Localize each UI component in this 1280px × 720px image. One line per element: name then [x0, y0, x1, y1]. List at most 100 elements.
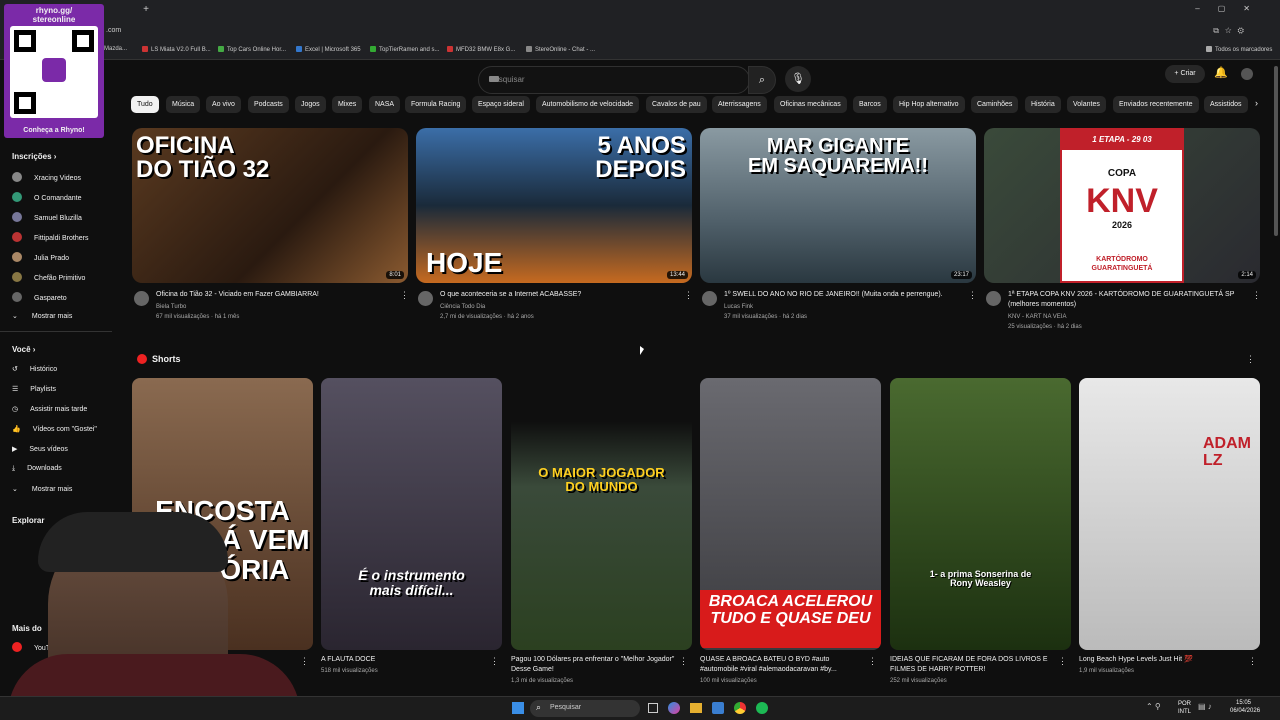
mic-button[interactable]: 🎙	[785, 66, 811, 92]
windows-start-icon[interactable]	[512, 702, 524, 714]
more-icon[interactable]: ⋮	[684, 290, 693, 301]
address-bar[interactable]: .com ⧉☆⚙	[0, 22, 1280, 42]
tray-status-icons[interactable]: ▤ ♪	[1198, 702, 1212, 711]
task-view-icon[interactable]	[648, 703, 658, 713]
spotify-icon[interactable]	[756, 702, 768, 714]
video-thumbnail[interactable]: 1 ETAPA - 29 03 COPA KNV 2026 KARTÓDROMO…	[984, 128, 1260, 283]
video-thumbnail[interactable]: OFICINA DO TIÃO 32 8:01	[132, 128, 408, 283]
channel-avatar[interactable]	[134, 291, 149, 306]
sidebar-sub-item[interactable]: Julia Prado	[12, 252, 69, 262]
short-card[interactable]: O MAIOR JOGADOR DO MUNDO	[511, 378, 692, 650]
bell-icon[interactable]: 🔔	[1214, 66, 1228, 79]
sidebar-sub-item[interactable]: Chefão Primitivo	[12, 272, 85, 282]
bookmark-item[interactable]: StereOnline - Chat - ...	[526, 46, 595, 53]
search-input[interactable]: Pesquisar	[478, 66, 750, 94]
chip[interactable]: Ao vivo	[206, 96, 241, 113]
more-icon[interactable]: ⋮	[1248, 656, 1257, 667]
more-icon[interactable]: ⋮	[1252, 290, 1261, 301]
video-title[interactable]: O que aconteceria se a Internet ACABASSE…	[440, 290, 680, 300]
short-card[interactable]: BROACA ACELEROU TUDO E QUASE DEU	[700, 378, 881, 650]
sidebar-item-watch-later[interactable]: ◷ Assistir mais tarde	[12, 405, 87, 413]
create-button[interactable]: + Criar	[1165, 65, 1205, 83]
store-icon[interactable]	[712, 702, 724, 714]
bookmark-item[interactable]: LS Miata V2.0 Full B...	[142, 46, 211, 53]
sidebar-sub-item[interactable]: Gaspareto	[12, 292, 67, 302]
chip[interactable]: Formula Racing	[405, 96, 467, 113]
chip[interactable]: Jogos	[295, 96, 326, 113]
channel-avatar[interactable]	[986, 291, 1001, 306]
short-title[interactable]: Pagou 100 Dólares pra enfrentar o "Melho…	[511, 655, 676, 675]
chip[interactable]: História	[1025, 96, 1061, 113]
more-icon[interactable]: ⋮	[679, 656, 688, 667]
short-title[interactable]: QUASE A BROACA BATEU O BYD #auto #automo…	[700, 655, 865, 675]
chevron-right-icon[interactable]: ›	[1255, 98, 1258, 108]
sidebar-item-your-videos[interactable]: ▶ Seus vídeos	[12, 445, 68, 453]
chip[interactable]: Volantes	[1067, 96, 1106, 113]
more-icon[interactable]: ⋮	[400, 290, 409, 301]
more-icon[interactable]: ⋮	[968, 290, 977, 301]
chip[interactable]: Caminhões	[971, 96, 1019, 113]
chip[interactable]: Hip Hop alternativo	[893, 96, 965, 113]
language-indicator[interactable]: POR INTL	[1178, 700, 1191, 716]
show-more-button[interactable]: ⌄ Mostrar mais	[12, 312, 72, 320]
all-bookmarks[interactable]: Todos os marcadores	[1206, 46, 1272, 53]
channel-avatar[interactable]	[418, 291, 433, 306]
chip[interactable]: Tudo	[131, 96, 159, 113]
search-button[interactable]: ⌕	[748, 66, 776, 94]
bookmark-item[interactable]: Mazda...	[104, 46, 127, 52]
chip[interactable]: Barcos	[853, 96, 887, 113]
video-title[interactable]: Oficina do Tião 32 - Viciado em Fazer GA…	[156, 290, 396, 300]
sidebar-item-liked[interactable]: 👍 Vídeos com "Gostei"	[12, 425, 97, 433]
chrome-icon[interactable]	[734, 702, 746, 714]
chip[interactable]: Enviados recentemente	[1113, 96, 1199, 113]
window-controls[interactable]: –▢✕	[1195, 4, 1268, 13]
bookmark-item[interactable]: MFD32 BMW E8x G...	[447, 46, 515, 53]
sidebar-sub-item[interactable]: Samuel Bluzilla	[12, 212, 82, 222]
keyboard-icon[interactable]	[489, 76, 499, 82]
sidebar-item-playlists[interactable]: ☰ Playlists	[12, 385, 56, 393]
new-tab-button[interactable]: +	[140, 4, 152, 16]
channel-avatar[interactable]	[702, 291, 717, 306]
short-card[interactable]: 1- a prima Sonserina de Rony Weasley	[890, 378, 1071, 650]
chip[interactable]: Assistidos	[1204, 96, 1248, 113]
avatar[interactable]	[1241, 68, 1253, 80]
chip[interactable]: Podcasts	[248, 96, 289, 113]
chip[interactable]: Espaço sideral	[472, 96, 530, 113]
you-header[interactable]: Você ›	[12, 345, 35, 354]
sidebar-sub-item[interactable]: Fittipaldi Brothers	[12, 232, 88, 242]
clock-time[interactable]: 15:05	[1236, 700, 1251, 706]
bookmark-item[interactable]: TopTierRamen and s...	[370, 46, 439, 53]
more-icon[interactable]: ⋮	[300, 656, 309, 667]
explorer-icon[interactable]	[690, 703, 702, 713]
chip[interactable]: Mixes	[332, 96, 363, 113]
copilot-icon[interactable]	[668, 702, 680, 714]
short-card[interactable]: ADAM LZ	[1079, 378, 1260, 650]
chip[interactable]: Cavalos de pau	[646, 96, 707, 113]
more-icon[interactable]: ⋮	[490, 656, 499, 667]
taskbar-search[interactable]: ⌕ Pesquisar	[530, 700, 640, 717]
sidebar-sub-item[interactable]: Xracing Videos	[12, 172, 81, 182]
short-title[interactable]: IDEIAS QUE FICARAM DE FORA DOS LIVROS E …	[890, 655, 1055, 675]
chip[interactable]: Automobilismo de velocidade	[536, 96, 640, 113]
chip[interactable]: NASA	[369, 96, 401, 113]
sidebar-sub-item[interactable]: O Comandante	[12, 192, 81, 202]
scrollbar[interactable]	[1274, 66, 1278, 236]
short-card[interactable]: É o instrumento mais difícil...	[321, 378, 502, 650]
more-icon[interactable]: ⋮	[1058, 656, 1067, 667]
video-title[interactable]: 1º SWELL DO ANO NO RIO DE JANEIRO!! (Mui…	[724, 290, 968, 300]
short-title[interactable]: A FLAUTA DOCE	[321, 655, 491, 665]
more-icon[interactable]: ⋮	[868, 656, 877, 667]
tray-icons[interactable]: ⌃ ⚲	[1146, 702, 1161, 711]
bookmark-item[interactable]: Top Cars Online Hor...	[218, 46, 286, 53]
bookmark-item[interactable]: Excel | Microsoft 365	[296, 46, 361, 53]
video-thumbnail[interactable]: 5 ANOS DEPOIS HOJE 13:44	[416, 128, 692, 283]
video-thumbnail[interactable]: MAR GIGANTE EM SAQUAREMA!! 23:17	[700, 128, 976, 283]
clock-date[interactable]: 06/04/2026	[1230, 708, 1260, 714]
show-more-button[interactable]: ⌄ Mostrar mais	[12, 485, 72, 493]
extension-icons[interactable]: ⧉☆⚙	[1213, 26, 1250, 36]
chip[interactable]: Música	[166, 96, 201, 113]
short-title[interactable]: Long Beach Hype Levels Just Hit 💯	[1079, 655, 1244, 665]
subscriptions-header[interactable]: Inscrições ›	[12, 152, 56, 161]
more-icon[interactable]: ⋮	[1246, 354, 1255, 365]
sidebar-item-downloads[interactable]: ⤓ Downloads	[12, 465, 62, 473]
